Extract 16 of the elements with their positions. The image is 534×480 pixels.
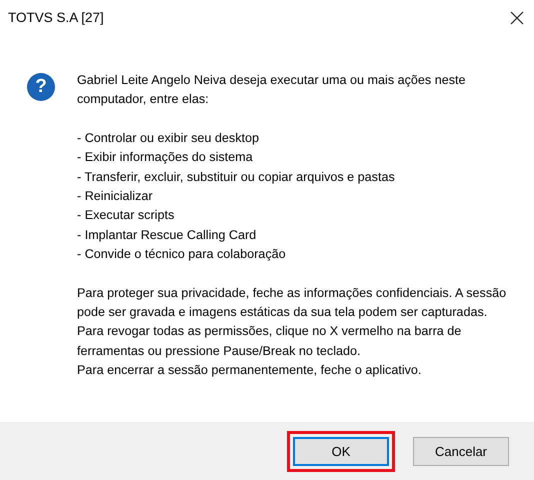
note-text: Para revogar todas as permissões, clique no X vermelho na barra de ferramentas ou pressione Pause/Break no teclado. bbox=[77, 323, 462, 360]
note-text: Para proteger sua privacidade, feche as informações confidenciais. A sessão pode ser gravada e imagens estáticas da sua tela podem ser capturadas. bbox=[77, 284, 508, 322]
action-item: - Implantar Rescue Calling Card bbox=[77, 226, 256, 244]
action-item: - Reinicializar bbox=[77, 188, 153, 206]
action-item: - Executar scripts bbox=[77, 207, 174, 224]
question-icon: ? bbox=[27, 73, 55, 101]
action-item: - Convide o técnico para colaboração bbox=[77, 246, 286, 264]
note-text: Para encerrar a sessão permanentemente, feche o aplicativo. bbox=[77, 362, 422, 380]
action-item: - Exibir informações do sistema bbox=[77, 149, 253, 166]
action-item: - Transferir, excluir, substituir ou copiar arquivos e pastas bbox=[77, 168, 395, 186]
action-item: - Controlar ou exibir seu desktop bbox=[77, 130, 260, 147]
window-title: TOTVS S.A [27] bbox=[8, 10, 104, 25]
dialog-button[interactable]: Cancelar bbox=[413, 436, 509, 466]
dialog-button[interactable]: OK bbox=[293, 436, 389, 466]
intro-text: Gabriel Leite Angelo Neiva deseja executar uma ou mais ações neste computador, entre elas: bbox=[77, 72, 467, 108]
close-icon[interactable] bbox=[510, 10, 524, 24]
